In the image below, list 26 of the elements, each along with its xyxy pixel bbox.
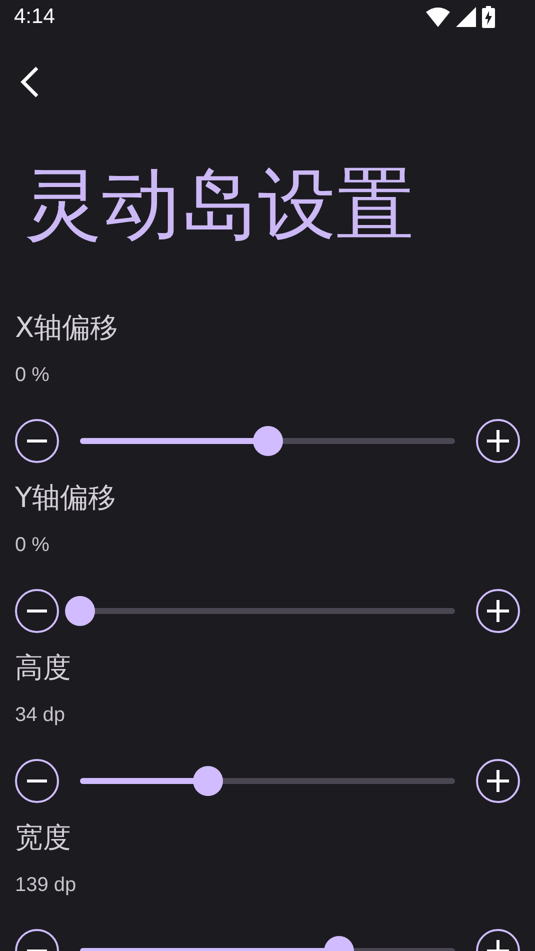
plus-icon: [487, 770, 509, 792]
signal-icon: [456, 7, 476, 27]
increase-button[interactable]: [476, 589, 520, 633]
decrease-button[interactable]: [15, 419, 59, 463]
setting-value: 0 %: [15, 363, 50, 388]
minus-icon: [27, 439, 47, 443]
increase-button[interactable]: [476, 759, 520, 803]
page-title: 灵动岛设置: [24, 159, 414, 252]
setting-value: 139 dp: [15, 873, 78, 898]
plus-icon: [487, 430, 509, 452]
battery-icon: [482, 6, 495, 28]
setting-value: 0 %: [15, 533, 50, 558]
minus-icon: [27, 779, 47, 783]
back-icon: [20, 66, 40, 98]
status-time: 4:14: [14, 4, 55, 30]
setting-value: 34 dp: [15, 703, 66, 728]
increase-button[interactable]: [476, 419, 520, 463]
setting-label: 高度: [15, 650, 72, 686]
wifi-icon: [426, 7, 450, 27]
minus-icon: [27, 609, 47, 613]
decrease-button[interactable]: [15, 759, 59, 803]
setting-label: 宽度: [15, 820, 72, 856]
setting-label: Y轴偏移: [15, 480, 118, 516]
decrease-button[interactable]: [15, 589, 59, 633]
plus-icon: [487, 600, 509, 622]
setting-label: X轴偏移: [15, 310, 120, 346]
